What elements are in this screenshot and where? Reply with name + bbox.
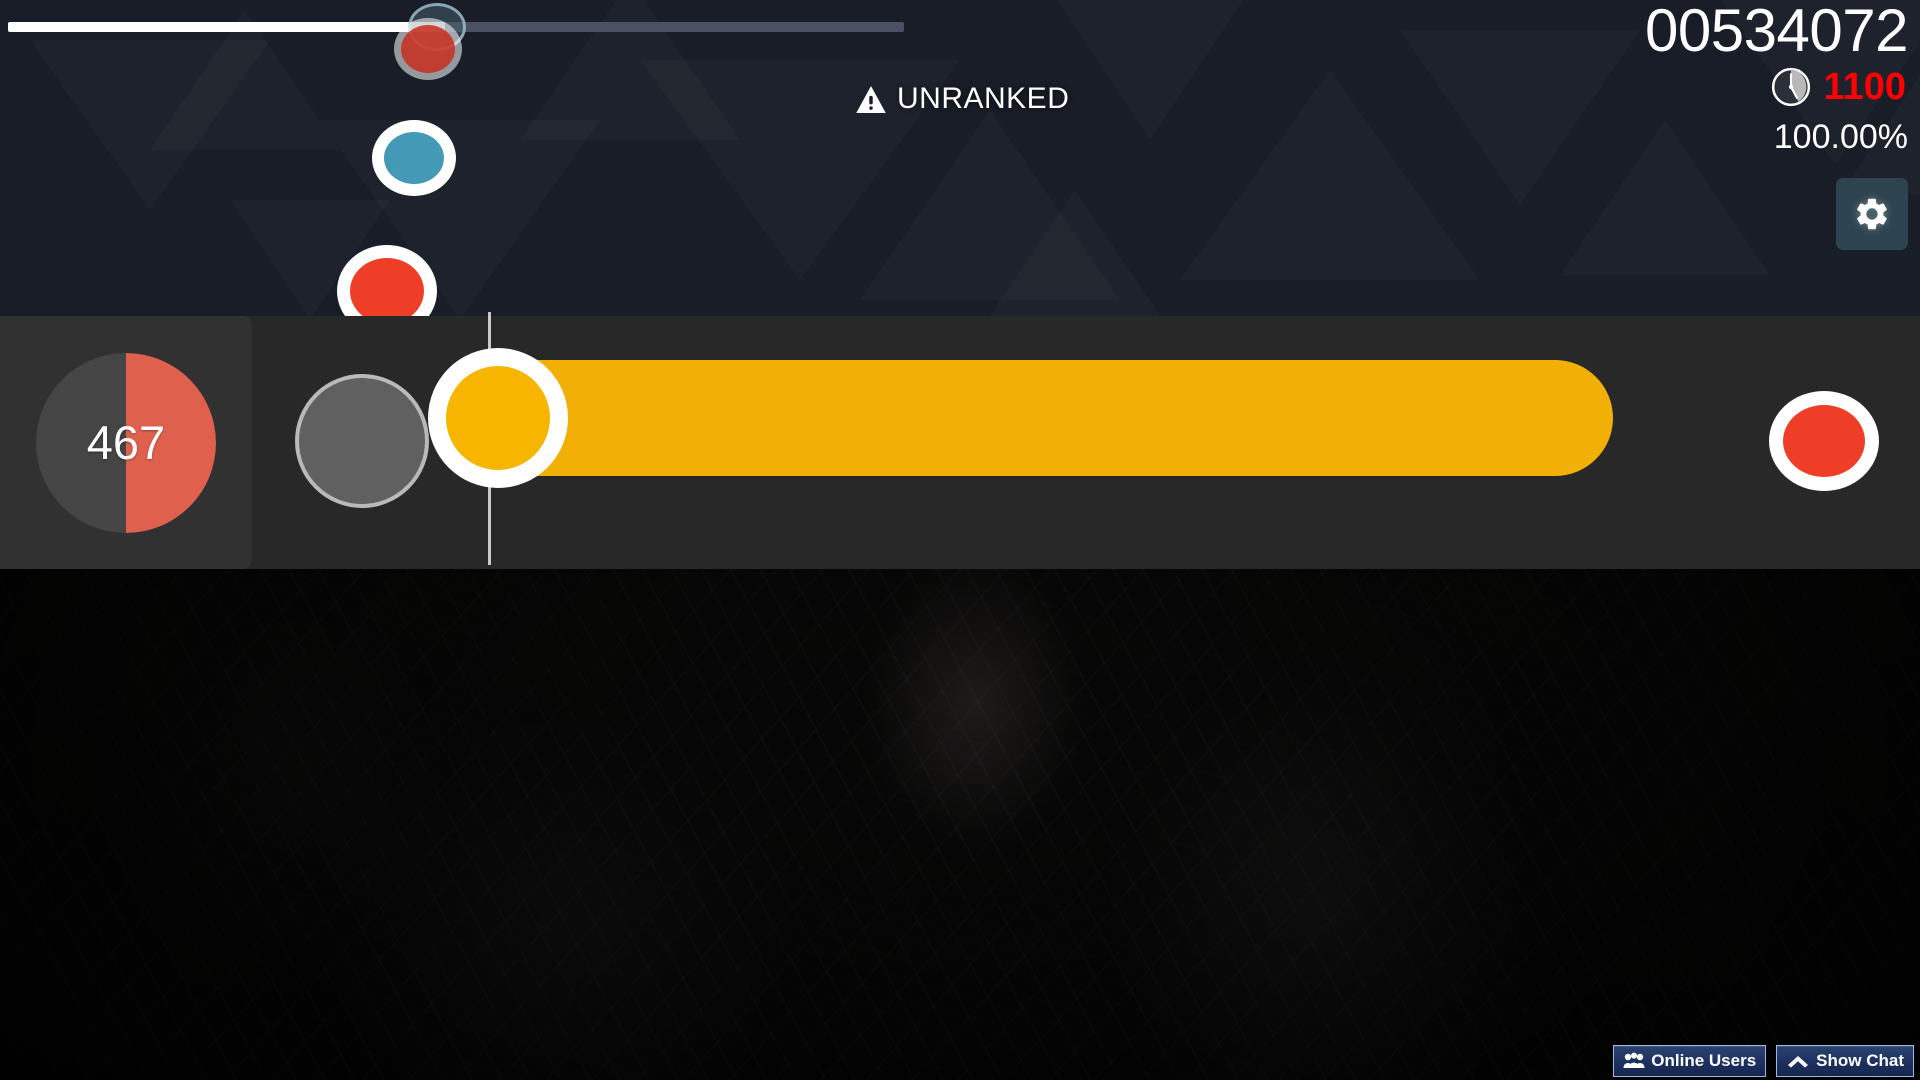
kat-note bbox=[372, 120, 456, 196]
kat-note-fill bbox=[384, 132, 444, 184]
gear-icon bbox=[1857, 198, 1887, 230]
chevron-up-icon bbox=[1788, 1056, 1809, 1068]
triangle-pattern-decoration bbox=[0, 0, 1920, 316]
online-users-button[interactable]: Online Users bbox=[1613, 1045, 1767, 1077]
unranked-label: UNRANKED bbox=[897, 82, 1070, 115]
song-progress-fill bbox=[8, 22, 445, 32]
accuracy-display: 100.00% bbox=[1773, 118, 1908, 156]
combo-panel: 467 bbox=[0, 316, 252, 569]
combo-circle: 467 bbox=[36, 352, 216, 533]
bonus-score-row: 1100 bbox=[1770, 66, 1906, 108]
hit-target-circle bbox=[295, 374, 429, 508]
score-counter: 00534072 bbox=[1645, 0, 1908, 64]
don-note-right-fill bbox=[1783, 405, 1865, 477]
bonus-score-value: 1100 bbox=[1823, 66, 1906, 108]
show-chat-label: Show Chat bbox=[1816, 1051, 1904, 1070]
drumroll-head bbox=[428, 348, 568, 488]
drumroll-head-fill bbox=[446, 366, 550, 470]
people-icon bbox=[1623, 1052, 1645, 1068]
drumroll-body bbox=[440, 360, 1613, 476]
don-note-fill bbox=[350, 258, 424, 316]
show-chat-button[interactable]: Show Chat bbox=[1776, 1045, 1914, 1077]
faded-don-note bbox=[394, 18, 462, 80]
settings-button[interactable] bbox=[1836, 178, 1908, 250]
unranked-badge: UNRANKED bbox=[856, 82, 1069, 116]
taiko-playfield: 467 bbox=[0, 312, 1920, 569]
bottom-chat-bar: Online Users Show Chat bbox=[1613, 1045, 1914, 1077]
don-note-right bbox=[1769, 391, 1879, 491]
playfield-header-area: UNRANKED 00534072 1100 100.00% bbox=[0, 0, 1920, 316]
combo-counter: 467 bbox=[86, 416, 166, 469]
clock-pie-icon bbox=[1771, 67, 1810, 107]
online-users-label: Online Users bbox=[1651, 1051, 1757, 1070]
warning-triangle-icon bbox=[856, 85, 886, 113]
